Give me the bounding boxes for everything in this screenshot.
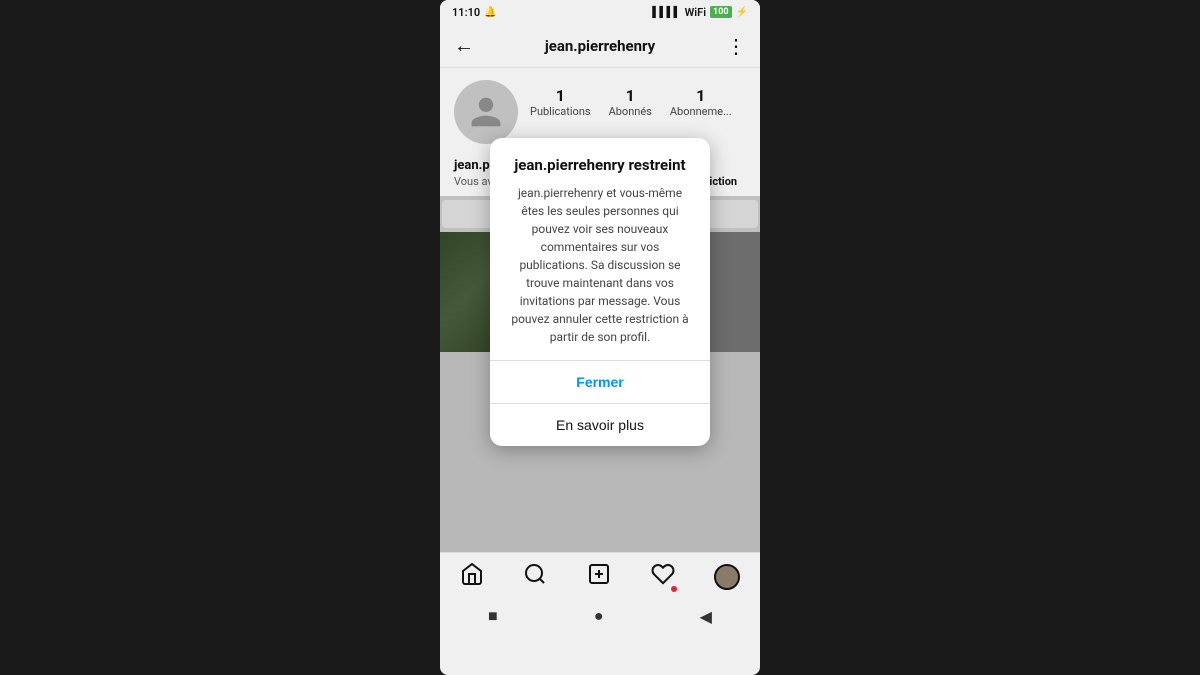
heart-nav-button[interactable]	[651, 562, 675, 592]
status-bar: 11:10 🔔 ▌▌▌▌ WiFi 100 ⚡	[440, 0, 760, 24]
signal-icon: ▌▌▌▌	[652, 7, 680, 18]
home-nav-button[interactable]	[460, 562, 484, 592]
abonnes-count: 1	[626, 86, 635, 105]
publications-label: Publications	[530, 105, 591, 118]
lightning-icon: ⚡	[736, 7, 748, 18]
back-system-button[interactable]: ◀	[700, 607, 712, 626]
search-icon	[523, 562, 547, 586]
more-options-button[interactable]: ⋮	[726, 34, 746, 58]
abonnes-label: Abonnés	[609, 105, 652, 118]
search-nav-button[interactable]	[523, 562, 547, 592]
stat-abonnes: 1 Abonnés	[609, 86, 652, 118]
profile-nav-button[interactable]	[714, 564, 740, 590]
home-system-button[interactable]: ●	[594, 606, 604, 626]
alarm-icon: 🔔	[484, 7, 496, 18]
modal-message: jean.pierrehenry et vous-même êtes les s…	[506, 184, 694, 346]
phone-container: 11:10 🔔 ▌▌▌▌ WiFi 100 ⚡ ← jean.pierrehen…	[440, 0, 760, 675]
time-display: 11:10	[452, 6, 480, 19]
system-navigation: ■ ● ◀	[440, 600, 760, 632]
close-modal-button[interactable]: Fermer	[490, 361, 710, 403]
recent-apps-button[interactable]: ■	[488, 606, 498, 626]
modal-body: jean.pierrehenry restreint jean.pierrehe…	[490, 138, 710, 360]
status-left: 11:10 🔔	[452, 6, 497, 19]
heart-icon	[651, 562, 675, 586]
add-post-nav-button[interactable]	[587, 562, 611, 592]
avatar	[454, 80, 518, 144]
add-icon	[587, 562, 611, 586]
home-icon	[460, 562, 484, 586]
bottom-navigation	[440, 552, 760, 600]
instagram-header: ← jean.pierrehenry ⋮	[440, 24, 760, 68]
stat-publications: 1 Publications	[530, 86, 591, 118]
wifi-icon: WiFi	[685, 6, 706, 19]
content-area: jean.pierrehenry restreint jean.pierrehe…	[440, 232, 760, 352]
notification-dot	[671, 586, 677, 592]
learn-more-button[interactable]: En savoir plus	[490, 404, 710, 446]
battery-indicator: 100	[710, 6, 732, 18]
profile-username-title: jean.pierrehenry	[545, 37, 655, 55]
restrict-modal: jean.pierrehenry restreint jean.pierrehe…	[490, 138, 710, 446]
profile-stats: 1 Publications 1 Abonnés 1 Abonneme...	[530, 86, 732, 118]
back-button[interactable]: ←	[454, 33, 474, 58]
avatar-icon	[468, 94, 504, 130]
publications-count: 1	[556, 86, 565, 105]
stat-abonnements: 1 Abonneme...	[670, 86, 732, 118]
abonnements-count: 1	[696, 86, 705, 105]
abonnements-label: Abonneme...	[670, 105, 732, 118]
status-right: ▌▌▌▌ WiFi 100 ⚡	[652, 6, 748, 19]
modal-title: jean.pierrehenry restreint	[506, 156, 694, 174]
modal-overlay: jean.pierrehenry restreint jean.pierrehe…	[440, 232, 760, 352]
